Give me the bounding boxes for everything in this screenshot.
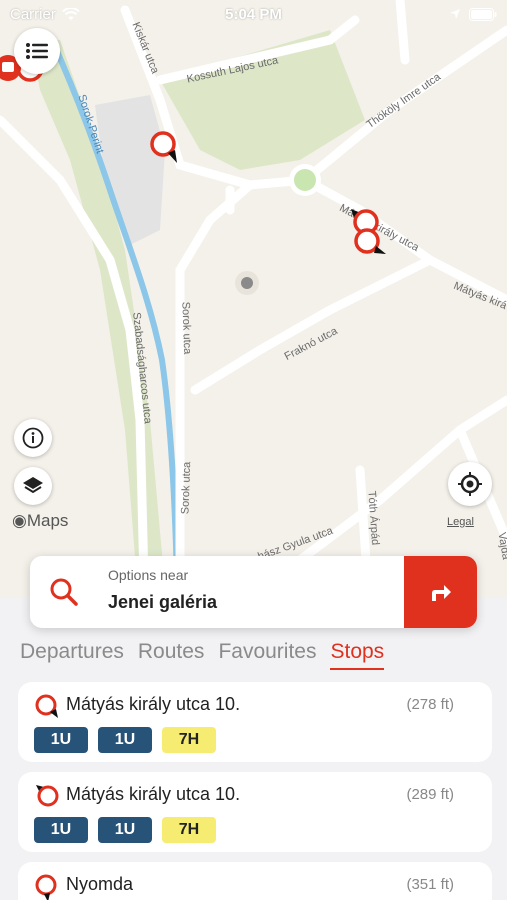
stop-pin-icon: [35, 694, 58, 718]
line-badge[interactable]: 7H: [162, 727, 216, 753]
stop-pin-icon[interactable]: [148, 128, 182, 166]
location-arrow-icon: [450, 9, 460, 19]
line-badge[interactable]: 1U: [98, 817, 152, 843]
line-badge[interactable]: 1U: [34, 817, 88, 843]
stop-list-item[interactable]: Mátyás király utca 10. (289 ft) 1U 1U 7H: [18, 772, 492, 852]
search-card[interactable]: Options near Jenei galéria: [30, 556, 477, 628]
tab-routes[interactable]: Routes: [138, 640, 205, 670]
stop-distance: (289 ft): [406, 786, 454, 803]
stop-pin-icon: [36, 785, 59, 807]
search-location-value[interactable]: Jenei galéria: [108, 592, 217, 613]
status-bar: Carrier 5:04 PM: [0, 0, 507, 28]
stop-distance: (278 ft): [406, 696, 454, 713]
stop-pin-icon[interactable]: [352, 226, 388, 258]
battery-icon: [469, 7, 497, 21]
locate-icon: [458, 472, 482, 496]
search-label: Options near: [108, 567, 189, 583]
street-label: Sorok utca: [179, 461, 194, 515]
line-badge[interactable]: 1U: [98, 727, 152, 753]
directions-button[interactable]: [404, 556, 477, 628]
layers-icon: [23, 477, 43, 494]
apple-icon: ◉: [12, 511, 27, 530]
wifi-icon: [62, 7, 80, 20]
stop-name: Mátyás király utca 10.: [66, 694, 241, 714]
stop-list-item[interactable]: Nyomda (351 ft): [18, 862, 492, 900]
menu-button[interactable]: [14, 28, 60, 74]
line-badge[interactable]: 1U: [34, 727, 88, 753]
street-label: Sorok utca: [179, 301, 194, 355]
directions-icon: [431, 585, 451, 601]
list-icon: [26, 43, 48, 59]
tab-stops[interactable]: Stops: [330, 640, 385, 670]
map-base: [0, 0, 507, 620]
search-icon: [50, 578, 78, 606]
stop-name: Nyomda: [66, 874, 134, 894]
tab-departures[interactable]: Departures: [20, 640, 124, 670]
tab-bar: Departures Routes Favourites Stops: [20, 640, 385, 670]
stop-list-item[interactable]: Mátyás király utca 10. (278 ft) 1U 1U 7H: [18, 682, 492, 762]
carrier-label: Carrier: [10, 5, 56, 23]
info-button[interactable]: [14, 419, 52, 457]
stop-distance: (351 ft): [406, 876, 454, 893]
layers-button[interactable]: [14, 467, 52, 505]
stop-pin-icon: [35, 874, 57, 900]
line-badge[interactable]: 7H: [162, 817, 216, 843]
maps-attribution: ◉Maps: [12, 511, 69, 530]
tab-favourites[interactable]: Favourites: [218, 640, 316, 670]
map-view[interactable]: Kiskár utca Kossuth Lajos utca Thököly I…: [0, 0, 507, 620]
legal-link[interactable]: Legal: [447, 516, 474, 528]
locate-me-button[interactable]: [448, 462, 492, 506]
stop-name: Mátyás király utca 10.: [66, 784, 241, 804]
info-icon: [22, 427, 44, 449]
